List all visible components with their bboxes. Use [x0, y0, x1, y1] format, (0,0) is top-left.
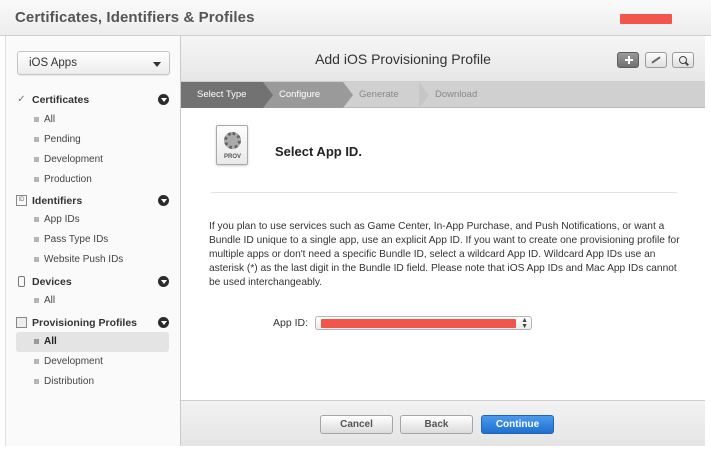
- search-icon[interactable]: [672, 52, 694, 68]
- page-title: Certificates, Identifiers & Profiles: [15, 9, 255, 26]
- cancel-button[interactable]: Cancel: [320, 415, 393, 434]
- sidebar-item-certificates-all[interactable]: All: [16, 110, 169, 130]
- continue-button[interactable]: Continue: [481, 415, 554, 434]
- sidebar-item-label: All: [44, 114, 56, 125]
- platform-select[interactable]: iOS Apps: [17, 51, 170, 75]
- profile-icon: [16, 317, 27, 328]
- bullet-icon: [34, 237, 39, 242]
- sidebar-section-label: Devices: [32, 276, 72, 288]
- step-arrow-icon: [263, 82, 273, 108]
- bullet-icon: [34, 137, 39, 142]
- certificate-icon: ✓: [17, 94, 26, 105]
- gear-icon: [224, 132, 241, 149]
- bullet-icon: [34, 217, 39, 222]
- back-button[interactable]: Back: [400, 415, 473, 434]
- id-icon: ID: [16, 195, 27, 206]
- bullet-icon: [34, 157, 39, 162]
- bullet-icon: [34, 379, 39, 384]
- sidebar-section-certificates[interactable]: ✓ Certificates: [6, 90, 182, 110]
- sidebar-section-provisioning-profiles[interactable]: Provisioning Profiles: [6, 313, 182, 333]
- app-id-select[interactable]: ▲ ▼: [315, 316, 532, 330]
- progress-steps: Select Type Configure Generate Download: [181, 82, 705, 108]
- sidebar-item-pass-type-ids[interactable]: Pass Type IDs: [16, 230, 169, 250]
- sidebar-section-label: Identifiers: [32, 195, 83, 207]
- step-configure: Configure: [263, 82, 343, 108]
- step-select-type: Select Type: [181, 82, 263, 108]
- add-icon[interactable]: [617, 52, 639, 68]
- main-header: Add iOS Provisioning Profile: [181, 36, 705, 82]
- app-window: Certificates, Identifiers & Profiles iOS…: [0, 0, 711, 450]
- collapse-toggle-icon[interactable]: [158, 317, 169, 328]
- sidebar-item-label: Pending: [44, 134, 81, 145]
- step-generate: Generate: [359, 89, 399, 100]
- step-arrow-icon: [419, 82, 429, 108]
- sidebar-section-devices[interactable]: Devices: [6, 272, 182, 292]
- sidebar-item-label: Distribution: [44, 376, 95, 387]
- description-text: If you plan to use services such as Game…: [209, 221, 680, 288]
- provisioning-profile-icon: PROV: [216, 125, 248, 165]
- edit-icon[interactable]: [645, 52, 667, 68]
- form-footer: Cancel Back Continue: [181, 400, 705, 446]
- sidebar-item-website-push-ids[interactable]: Website Push IDs: [16, 250, 169, 270]
- sidebar-item-profiles-all[interactable]: All: [16, 332, 169, 352]
- sidebar-item-label: Development: [44, 356, 103, 367]
- sidebar-item-profiles-development[interactable]: Development: [16, 352, 169, 372]
- step-download: Download: [435, 89, 478, 100]
- top-header: Certificates, Identifiers & Profiles: [0, 0, 711, 36]
- device-icon: [18, 276, 25, 287]
- bullet-icon: [34, 298, 39, 303]
- redacted-account-name[interactable]: [620, 14, 672, 24]
- prov-icon-tag: PROV: [223, 154, 241, 160]
- collapse-toggle-icon[interactable]: [158, 276, 169, 287]
- sidebar-item-certificates-production[interactable]: Production: [16, 170, 169, 190]
- collapse-toggle-icon[interactable]: [158, 94, 169, 105]
- sidebar-item-app-ids[interactable]: App IDs: [16, 210, 169, 230]
- bullet-icon: [34, 117, 39, 122]
- platform-select-value: iOS Apps: [29, 57, 77, 69]
- collapse-toggle-icon[interactable]: [158, 195, 169, 206]
- sidebar-item-label: Pass Type IDs: [44, 234, 109, 245]
- sidebar-item-label: Production: [44, 174, 92, 185]
- bullet-icon: [34, 359, 39, 364]
- redacted-app-id-value: [321, 319, 516, 328]
- bullet-icon: [34, 257, 39, 262]
- sidebar-section-label: Provisioning Profiles: [32, 317, 138, 329]
- bullet-icon: [34, 177, 39, 182]
- bullet-icon: [34, 339, 39, 344]
- select-arrows-icon: ▲ ▼: [521, 317, 528, 330]
- sidebar-item-label: Development: [44, 154, 103, 165]
- sidebar-item-label: App IDs: [44, 214, 80, 225]
- sidebar-item-certificates-pending[interactable]: Pending: [16, 130, 169, 150]
- sidebar-section-label: Certificates: [32, 94, 90, 106]
- sidebar-item-label: All: [44, 336, 57, 347]
- sidebar-item-label: Website Push IDs: [44, 254, 124, 265]
- step-arrow-icon: [343, 82, 353, 108]
- main-title: Add iOS Provisioning Profile: [315, 51, 491, 67]
- chevron-down-icon: [153, 62, 161, 67]
- sidebar-section-identifiers[interactable]: ID Identifiers: [6, 191, 182, 211]
- sidebar-item-label: All: [44, 295, 56, 306]
- sidebar-item-devices-all[interactable]: All: [16, 291, 169, 311]
- app-id-label: App ID:: [273, 317, 309, 329]
- section-title: Select App ID.: [275, 144, 362, 159]
- sidebar-item-profiles-distribution[interactable]: Distribution: [16, 372, 169, 392]
- sidebar-item-certificates-development[interactable]: Development: [16, 150, 169, 170]
- main-panel: Add iOS Provisioning Profile Select Type…: [181, 36, 705, 446]
- divider: [211, 192, 677, 193]
- sidebar: iOS Apps ✓ Certificates All Pending Deve…: [5, 36, 181, 446]
